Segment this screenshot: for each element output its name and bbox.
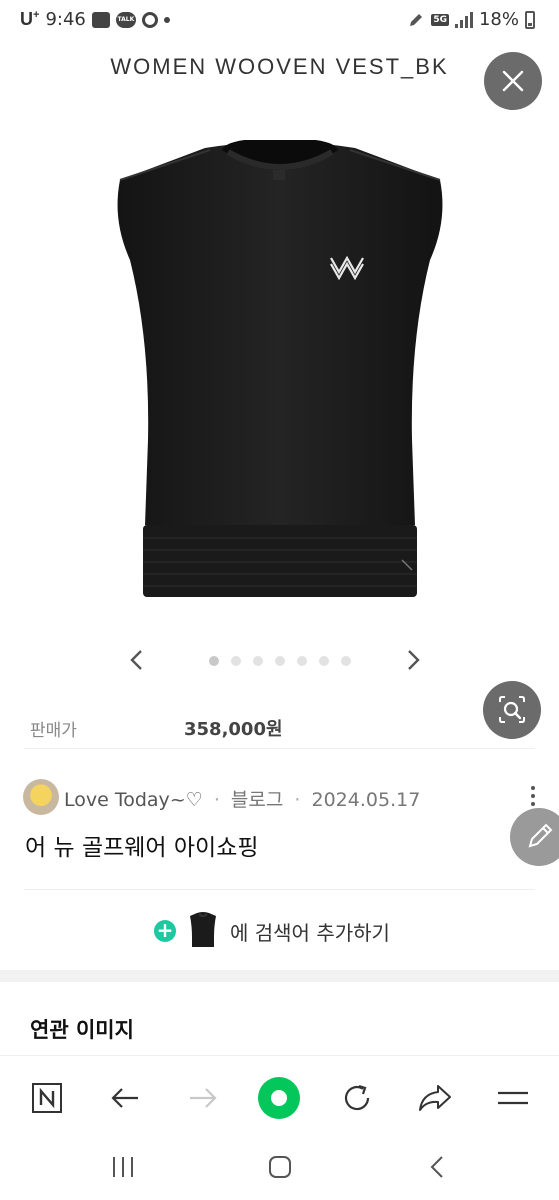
carousel-dot[interactable]: [297, 656, 307, 666]
section-gap: [0, 970, 559, 982]
more-notifications-dot-icon: [163, 16, 170, 23]
price-label: 판매가: [30, 721, 77, 741]
carousel-dot[interactable]: [319, 656, 329, 666]
product-title: WOMEN WOOVEN VEST_BK: [110, 54, 449, 79]
close-icon: [502, 70, 524, 92]
kakaotalk-notification-icon: TALK: [115, 11, 136, 28]
green-home-icon: [258, 1077, 300, 1119]
chevron-left-icon: [430, 1156, 443, 1178]
recents-icon: [113, 1157, 133, 1177]
status-bar: U+ 9:46 TALK 5G 18%: [0, 0, 559, 42]
system-navigation-bar: [0, 1135, 559, 1200]
product-thumbnail: [186, 910, 220, 952]
naver-n-icon: [32, 1083, 62, 1113]
forward-arrow-icon: [190, 1088, 217, 1108]
browser-toolbar: [0, 1055, 559, 1135]
menu-button[interactable]: [491, 1076, 535, 1120]
naver-home-button[interactable]: [25, 1076, 69, 1120]
status-right: 5G 18%: [407, 9, 535, 30]
network-type-badge: 5G: [431, 13, 449, 26]
post-date: 2024.05.17: [311, 789, 421, 811]
carousel-dot[interactable]: [275, 656, 285, 666]
chevron-right-icon: [408, 650, 420, 670]
related-images-title: 연관 이미지: [30, 1018, 134, 1042]
battery-percent: 18%: [478, 9, 519, 30]
back-arrow-icon: [111, 1088, 138, 1108]
close-button[interactable]: [484, 52, 542, 110]
image-search-icon: [499, 696, 525, 723]
author-name[interactable]: Love Today~♡: [64, 789, 203, 811]
chevron-left-icon: [130, 650, 142, 670]
share-button[interactable]: [413, 1076, 457, 1120]
more-options-button[interactable]: [529, 786, 537, 810]
clock: 9:46: [45, 9, 86, 30]
plus-icon: +: [154, 920, 176, 942]
carousel-dot[interactable]: [231, 656, 241, 666]
author-avatar[interactable]: [23, 779, 59, 815]
battery-icon: [525, 10, 535, 29]
carrier-label: U+: [20, 9, 40, 29]
edit-status-icon: [410, 13, 423, 26]
carousel-dot[interactable]: [209, 656, 219, 666]
refresh-button[interactable]: [335, 1076, 379, 1120]
divider: [24, 889, 535, 890]
vest-thumbnail-icon: [190, 912, 216, 947]
meta-separator: ·: [294, 789, 301, 811]
gallery-notification-icon: [91, 11, 110, 28]
source-type: 블로그: [230, 789, 284, 811]
edit-floating-button[interactable]: [510, 808, 559, 866]
recents-button[interactable]: [98, 1147, 148, 1187]
carousel-indicator: [209, 656, 351, 666]
price-value: 358,000원: [184, 719, 283, 740]
status-left: U+ 9:46 TALK: [20, 9, 170, 30]
home-icon: [269, 1156, 291, 1178]
image-search-button[interactable]: [483, 681, 541, 739]
carousel-dot[interactable]: [341, 656, 351, 666]
more-dot-icon: [531, 802, 535, 806]
divider: [24, 748, 535, 749]
blog-title-link[interactable]: 어 뉴 골프웨어 아이쇼핑: [25, 828, 259, 862]
carousel-dot[interactable]: [253, 656, 263, 666]
add-to-search-button[interactable]: + 에 검색어 추가하기: [154, 910, 390, 952]
carousel-next-button[interactable]: [398, 648, 428, 678]
forward-button[interactable]: [181, 1076, 225, 1120]
blog-meta: Love Today~♡ · 블로그 · 2024.05.17: [64, 785, 420, 812]
more-dot-icon: [531, 786, 535, 790]
pencil-icon: [528, 823, 553, 848]
meta-separator: ·: [213, 789, 220, 811]
signal-icon: [454, 11, 473, 28]
menu-icon: [498, 1091, 528, 1105]
refresh-icon: [344, 1084, 370, 1111]
carousel-prev-button[interactable]: [122, 648, 152, 678]
share-icon: [419, 1085, 451, 1111]
product-image[interactable]: [110, 140, 450, 605]
more-dot-icon: [531, 794, 535, 798]
system-back-button[interactable]: [412, 1147, 462, 1187]
green-home-button[interactable]: [257, 1076, 301, 1120]
chrome-notification-icon: [141, 11, 158, 28]
home-button[interactable]: [255, 1147, 305, 1187]
back-button[interactable]: [103, 1076, 147, 1120]
add-search-label: 에 검색어 추가하기: [230, 920, 390, 945]
